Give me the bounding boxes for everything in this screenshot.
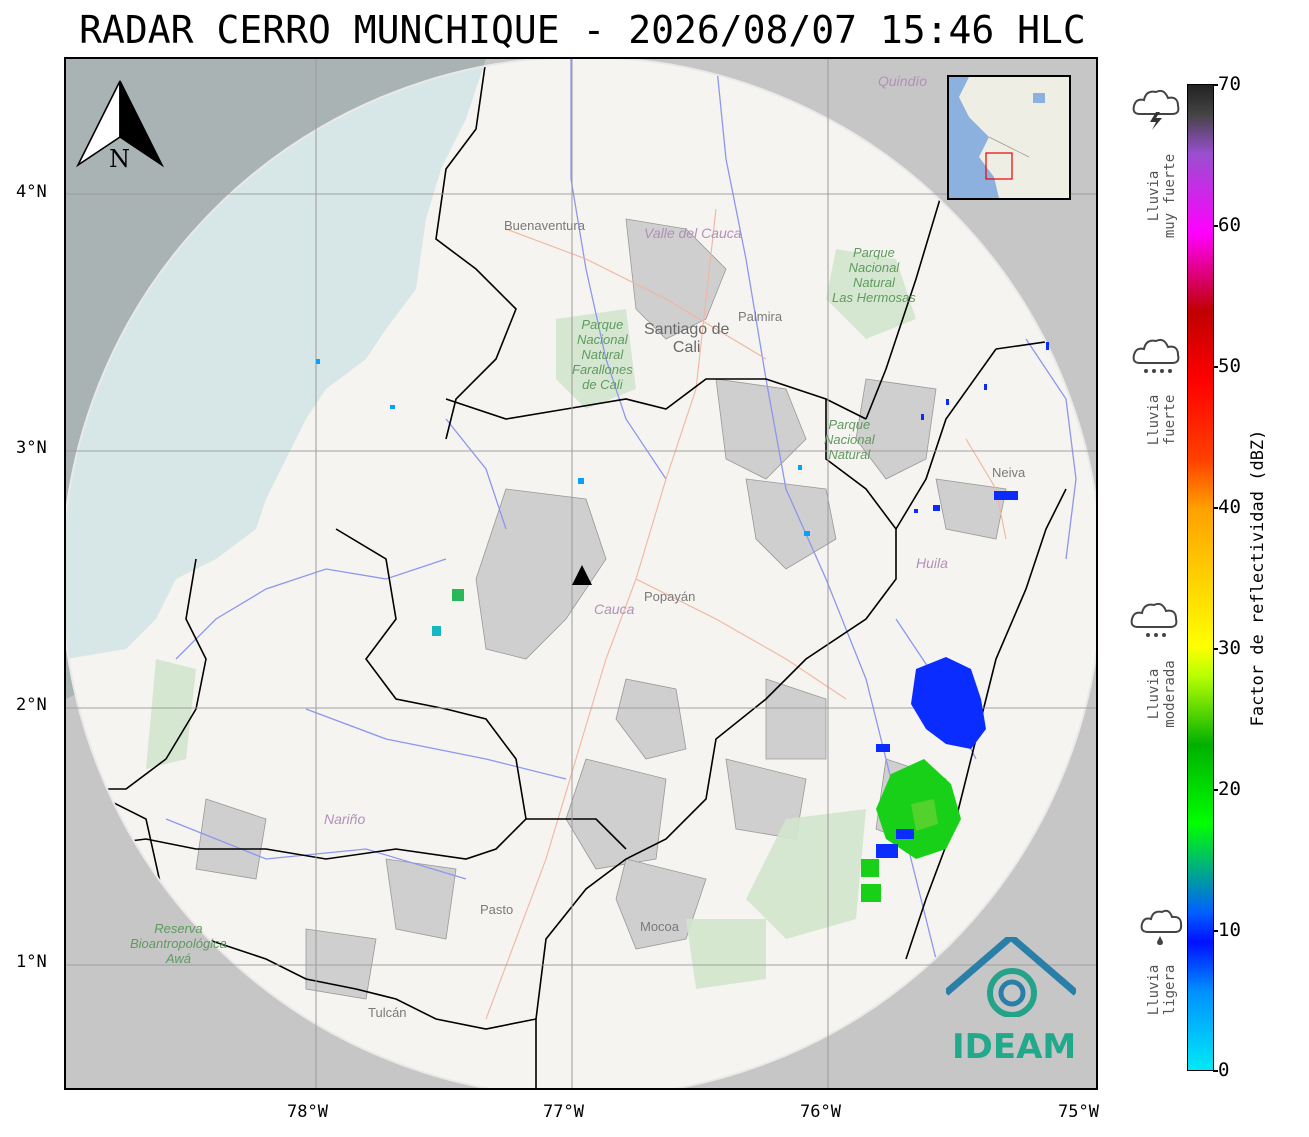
- lon-tick-78: 78°W: [287, 1102, 328, 1122]
- lon-tick-75: 75°W: [1058, 1102, 1099, 1122]
- label-palmira: Palmira: [738, 309, 783, 324]
- label-tulcan: Tulcán: [368, 1005, 407, 1020]
- rain-label-heavy: Lluvia fuerte: [1146, 394, 1178, 446]
- heavy-rain-icon: [1132, 338, 1180, 373]
- label-hermosas: Parque Nacional Natural Las Hermosas: [832, 245, 916, 305]
- ideam-logo-text: IDEAM: [952, 1027, 1077, 1067]
- cb-tick-70: 70: [1218, 73, 1241, 95]
- label-narino: Nariño: [324, 811, 366, 827]
- cb-tick-30: 30: [1218, 637, 1241, 659]
- label-huila: Huila: [916, 555, 948, 571]
- label-popayan: Popayán: [644, 589, 696, 604]
- moderate-rain-icon: [1130, 602, 1178, 637]
- label-pasto: Pasto: [480, 902, 514, 917]
- label-farallones: Parque Nacional Natural Farallones de Cali: [572, 317, 633, 392]
- label-mocoa: Mocoa: [640, 919, 680, 934]
- thunderstorm-icon: [1132, 89, 1180, 130]
- label-neiva: Neiva: [992, 465, 1026, 480]
- rain-label-very-heavy: Lluvia muy fuerte: [1146, 153, 1178, 239]
- cb-tick-60: 60: [1218, 214, 1241, 236]
- lat-tick-3: 3°N: [16, 438, 47, 458]
- cb-tick-10: 10: [1218, 919, 1241, 941]
- lat-tick-4: 4°N: [16, 182, 47, 202]
- rain-label-moderate: Lluvia moderada: [1146, 660, 1178, 728]
- lon-tick-76: 76°W: [800, 1102, 841, 1122]
- light-rain-icon: [1140, 909, 1183, 945]
- label-cauca: Cauca: [594, 601, 635, 617]
- reflectivity-colorbar: [1187, 84, 1214, 1071]
- cb-tick-20: 20: [1218, 778, 1241, 800]
- radar-map[interactable]: Buenaventura Valle del Cauca Quindío San…: [64, 57, 1098, 1090]
- north-label: N: [109, 145, 130, 173]
- cb-tick-40: 40: [1218, 496, 1241, 518]
- label-awa: Reserva Bioantropológica Awá: [130, 921, 227, 966]
- inset-map: [947, 75, 1071, 200]
- label-valle: Valle del Cauca: [644, 225, 742, 241]
- label-buenaventura: Buenaventura: [504, 218, 585, 233]
- inset-map-drawing: [949, 77, 1069, 198]
- ideam-logo-icon: [946, 937, 1076, 1017]
- colorbar-label: Factor de reflectividad (dBZ): [1248, 429, 1268, 727]
- lat-tick-1: 1°N: [16, 952, 47, 972]
- map-title: RADAR CERRO MUNCHIQUE - 2026/08/07 15:46…: [79, 8, 1086, 52]
- label-parque-sur: Parque Nacional Natural: [824, 417, 875, 462]
- cb-tick-50: 50: [1218, 355, 1241, 377]
- lat-tick-2: 2°N: [16, 695, 47, 715]
- rain-label-light: Lluvia ligera: [1146, 964, 1178, 1016]
- lon-tick-77: 77°W: [543, 1102, 584, 1122]
- cb-tick-0: 0: [1218, 1059, 1230, 1081]
- label-cali: Santiago de Cali: [644, 321, 730, 356]
- label-quindio: Quindío: [878, 73, 928, 89]
